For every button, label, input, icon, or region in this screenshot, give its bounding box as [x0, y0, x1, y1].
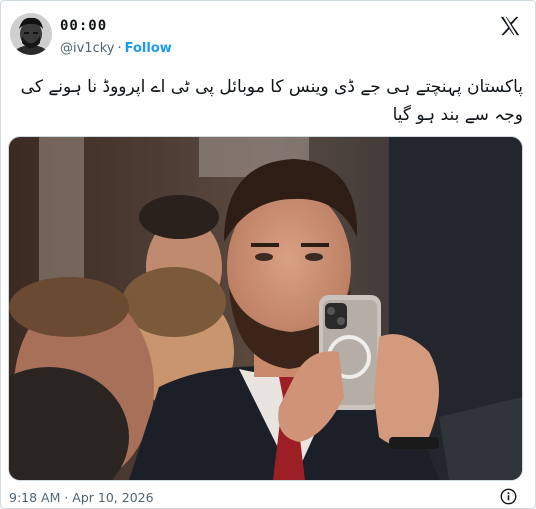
separator-dot: · — [117, 41, 122, 56]
tweet-card: 00:00 @iv1cky · Follow پاکستان پہنچتے ہی ج… — [0, 0, 536, 509]
photo-image — [9, 137, 522, 480]
tweet-timestamp[interactable]: 9:18 AM · Apr 10, 2026 — [9, 490, 154, 505]
avatar[interactable] — [10, 13, 52, 55]
tweet-text: پاکستان پہنچتے ہی جے ڈی وینس کا موبائل پ… — [20, 77, 523, 125]
user-handle[interactable]: @iv1cky — [60, 41, 114, 56]
x-logo-icon[interactable] — [499, 15, 521, 37]
avatar-image — [10, 13, 52, 55]
follow-button[interactable]: Follow — [125, 41, 172, 56]
handle-row: @iv1cky · Follow — [60, 41, 172, 56]
tweet-photo[interactable] — [8, 136, 523, 481]
info-icon[interactable] — [500, 488, 517, 505]
display-name[interactable]: 00:00 — [60, 18, 107, 34]
